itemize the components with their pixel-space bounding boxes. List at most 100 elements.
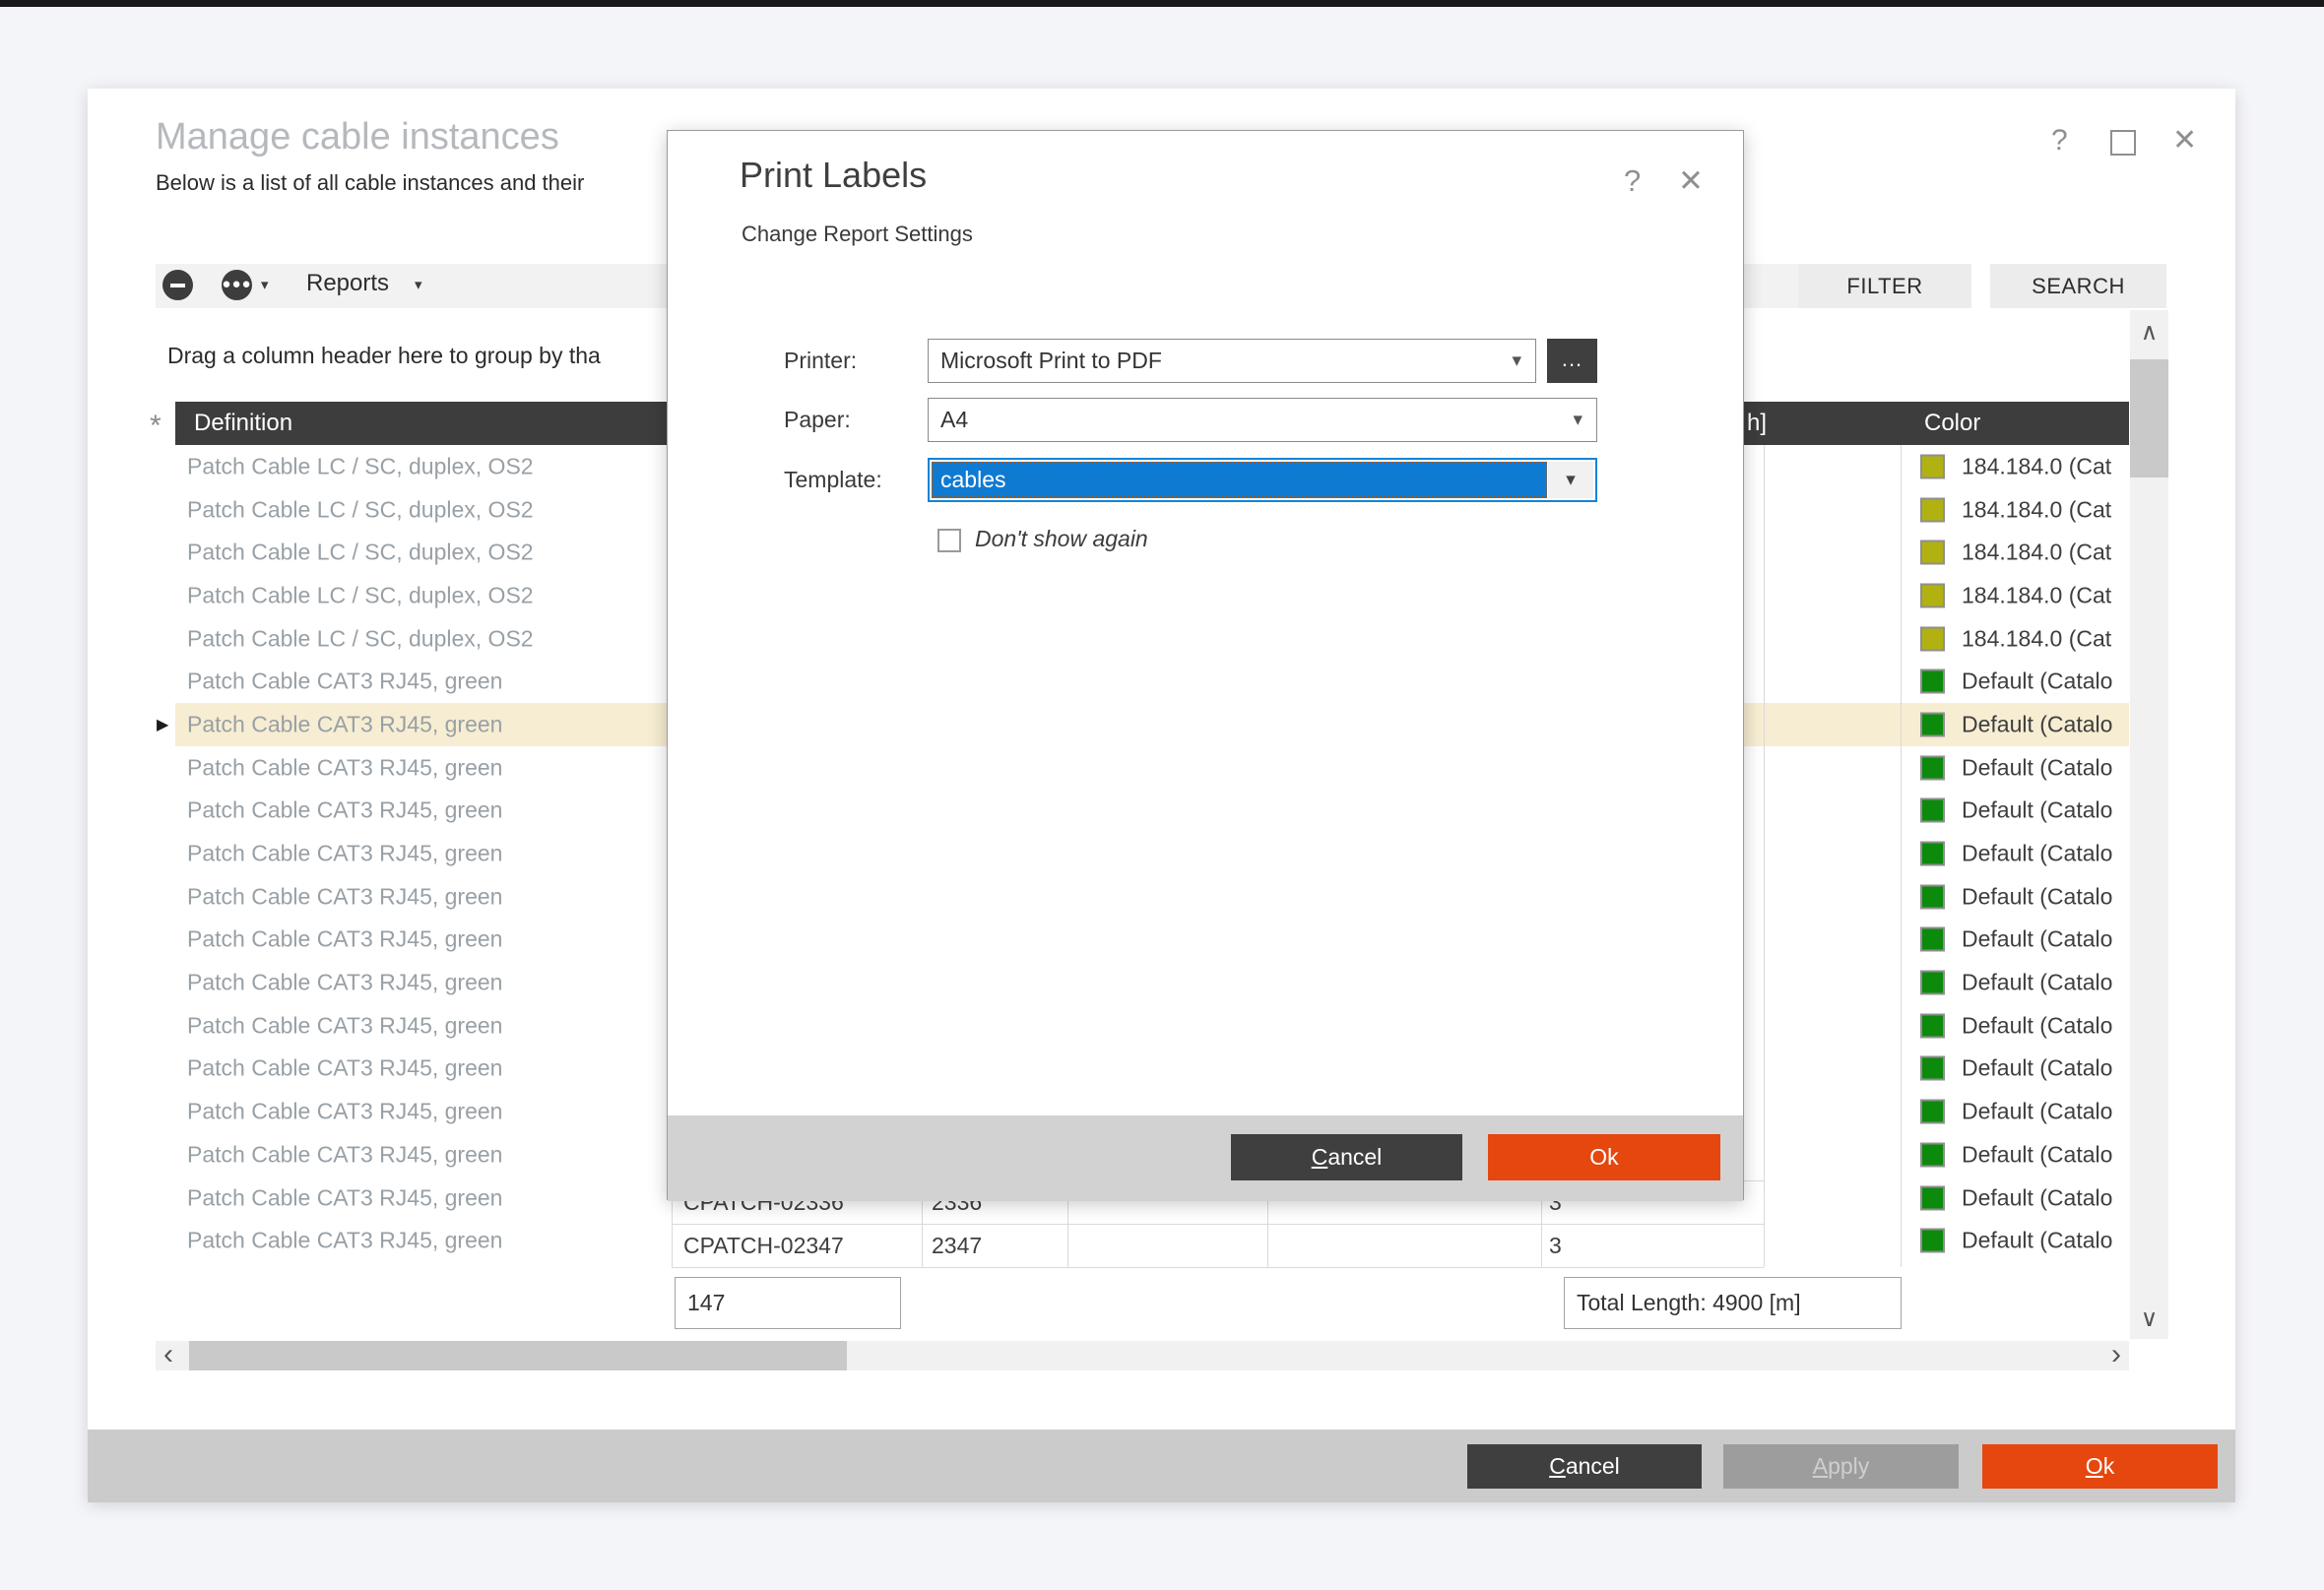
- dialog-help-icon[interactable]: ?: [1624, 163, 1641, 199]
- page-title: Manage cable instances: [156, 116, 559, 159]
- cancel-button[interactable]: Cancel: [1467, 1444, 1702, 1489]
- group-by-hint: Drag a column header here to group by th…: [167, 343, 601, 369]
- template-select[interactable]: cables ▾: [928, 458, 1597, 502]
- scroll-right-icon[interactable]: ›: [2111, 1338, 2121, 1371]
- grid-vline: [1764, 445, 1765, 1267]
- table-row[interactable]: Patch Cable CAT3 RJ45, green Default (Cat…: [175, 1219, 2129, 1262]
- color-swatch: [1920, 1056, 1945, 1081]
- definition-cell[interactable]: Patch Cable LC / SC, duplex, OS2: [187, 582, 534, 608]
- definition-cell[interactable]: Patch Cable CAT3 RJ45, green: [187, 841, 502, 867]
- chevron-down-icon[interactable]: ▾: [1573, 399, 1582, 441]
- dont-show-again-label: Don't show again: [975, 526, 1148, 552]
- cell-length[interactable]: 3: [1549, 1224, 1562, 1267]
- screen: Manage cable instances Below is a list o…: [0, 0, 2324, 1590]
- scroll-left-icon[interactable]: ‹: [163, 1338, 173, 1371]
- filter-button[interactable]: FILTER: [1798, 264, 1971, 308]
- selected-row-marker-icon: ▶: [157, 715, 168, 734]
- definition-cell[interactable]: Patch Cable CAT3 RJ45, green: [187, 668, 502, 695]
- definition-cell[interactable]: Patch Cable CAT3 RJ45, green: [187, 970, 502, 996]
- reports-menu[interactable]: Reports: [306, 270, 389, 297]
- column-header-color[interactable]: Color: [1924, 410, 1980, 437]
- color-label: 184.184.0 (Cat: [1962, 625, 2129, 652]
- paper-value: A4: [940, 407, 968, 432]
- count-summary-box: 147: [675, 1277, 901, 1329]
- definition-cell[interactable]: Patch Cable CAT3 RJ45, green: [187, 1228, 502, 1254]
- color-swatch: [1920, 626, 1945, 651]
- definition-cell[interactable]: Patch Cable CAT3 RJ45, green: [187, 797, 502, 824]
- color-label: Default (Catalo: [1962, 1184, 2129, 1211]
- color-swatch: [1920, 583, 1945, 607]
- more-actions-caret-icon[interactable]: ▾: [261, 276, 269, 293]
- cell-name[interactable]: CPATCH-02347: [683, 1224, 844, 1267]
- more-actions-button[interactable]: ●●●: [222, 270, 252, 300]
- color-label: Default (Catalo: [1962, 1099, 2129, 1125]
- help-icon[interactable]: ?: [2051, 124, 2068, 158]
- close-icon[interactable]: ✕: [2172, 124, 2197, 158]
- color-swatch: [1920, 1229, 1945, 1253]
- vertical-scrollbar[interactable]: ∧ ∨: [2130, 310, 2168, 1339]
- pin-icon[interactable]: *: [150, 410, 161, 443]
- definition-cell[interactable]: Patch Cable CAT3 RJ45, green: [187, 1184, 502, 1211]
- color-swatch: [1920, 884, 1945, 909]
- column-header-length-fragment[interactable]: h]: [1747, 410, 1767, 437]
- color-label: 184.184.0 (Cat: [1962, 582, 2129, 608]
- chevron-down-icon[interactable]: ▾: [1548, 462, 1593, 498]
- definition-cell[interactable]: Patch Cable CAT3 RJ45, green: [187, 1012, 502, 1039]
- browse-printer-button[interactable]: ...: [1547, 339, 1597, 383]
- dont-show-again-checkbox[interactable]: [937, 529, 961, 552]
- color-label: Default (Catalo: [1962, 926, 2129, 953]
- definition-cell[interactable]: Patch Cable CAT3 RJ45, green: [187, 1099, 502, 1125]
- chevron-down-icon[interactable]: ▾: [1512, 340, 1521, 382]
- remove-button[interactable]: [162, 270, 193, 300]
- template-label: Template:: [784, 458, 882, 502]
- color-swatch: [1920, 798, 1945, 823]
- top-strip: [0, 0, 2324, 7]
- apply-button[interactable]: Apply: [1723, 1444, 1959, 1489]
- paper-label: Paper:: [784, 398, 851, 442]
- cell-number[interactable]: 2347: [932, 1224, 982, 1267]
- color-swatch: [1920, 927, 1945, 952]
- grid-hline: [672, 1267, 1764, 1268]
- color-label: Default (Catalo: [1962, 797, 2129, 824]
- color-label: Default (Catalo: [1962, 1228, 2129, 1254]
- horizontal-scroll-thumb[interactable]: [189, 1341, 847, 1370]
- paper-select[interactable]: A4 ▾: [928, 398, 1597, 442]
- color-label: 184.184.0 (Cat: [1962, 540, 2129, 566]
- search-button[interactable]: SEARCH: [1990, 264, 2166, 308]
- color-label: Default (Catalo: [1962, 1141, 2129, 1168]
- minus-icon: [170, 284, 185, 287]
- printer-select[interactable]: Microsoft Print to PDF ▾: [928, 339, 1536, 383]
- color-swatch: [1920, 669, 1945, 694]
- color-swatch: [1920, 1013, 1945, 1038]
- scroll-up-icon[interactable]: ∧: [2130, 318, 2168, 347]
- definition-cell[interactable]: Patch Cable CAT3 RJ45, green: [187, 711, 502, 737]
- ok-button[interactable]: Ok: [1982, 1444, 2218, 1489]
- color-swatch: [1920, 755, 1945, 780]
- maximize-icon[interactable]: [2110, 130, 2136, 156]
- definition-cell[interactable]: Patch Cable LC / SC, duplex, OS2: [187, 625, 534, 652]
- definition-cell[interactable]: Patch Cable CAT3 RJ45, green: [187, 926, 502, 953]
- color-swatch: [1920, 541, 1945, 565]
- vertical-scroll-thumb[interactable]: [2130, 359, 2168, 477]
- color-label: 184.184.0 (Cat: [1962, 453, 2129, 479]
- definition-cell[interactable]: Patch Cable LC / SC, duplex, OS2: [187, 453, 534, 479]
- dialog-ok-button[interactable]: Ok: [1488, 1134, 1720, 1180]
- color-label: Default (Catalo: [1962, 970, 2129, 996]
- reports-caret-icon[interactable]: ▾: [415, 276, 422, 293]
- dialog-close-icon[interactable]: ✕: [1678, 163, 1704, 199]
- definition-cell[interactable]: Patch Cable CAT3 RJ45, green: [187, 1055, 502, 1082]
- definition-cell[interactable]: Patch Cable CAT3 RJ45, green: [187, 754, 502, 781]
- definition-cell[interactable]: Patch Cable CAT3 RJ45, green: [187, 1141, 502, 1168]
- color-swatch: [1920, 1185, 1945, 1210]
- color-label: 184.184.0 (Cat: [1962, 496, 2129, 523]
- column-header-definition[interactable]: Definition: [194, 410, 292, 437]
- dialog-cancel-button[interactable]: Cancel: [1231, 1134, 1462, 1180]
- printer-value: Microsoft Print to PDF: [940, 348, 1162, 373]
- scroll-down-icon[interactable]: ∨: [2130, 1304, 2168, 1333]
- horizontal-scrollbar[interactable]: ‹ ›: [156, 1341, 2129, 1370]
- color-swatch: [1920, 971, 1945, 995]
- definition-cell[interactable]: Patch Cable CAT3 RJ45, green: [187, 883, 502, 910]
- definition-cell[interactable]: Patch Cable LC / SC, duplex, OS2: [187, 540, 534, 566]
- color-swatch: [1920, 497, 1945, 522]
- definition-cell[interactable]: Patch Cable LC / SC, duplex, OS2: [187, 496, 534, 523]
